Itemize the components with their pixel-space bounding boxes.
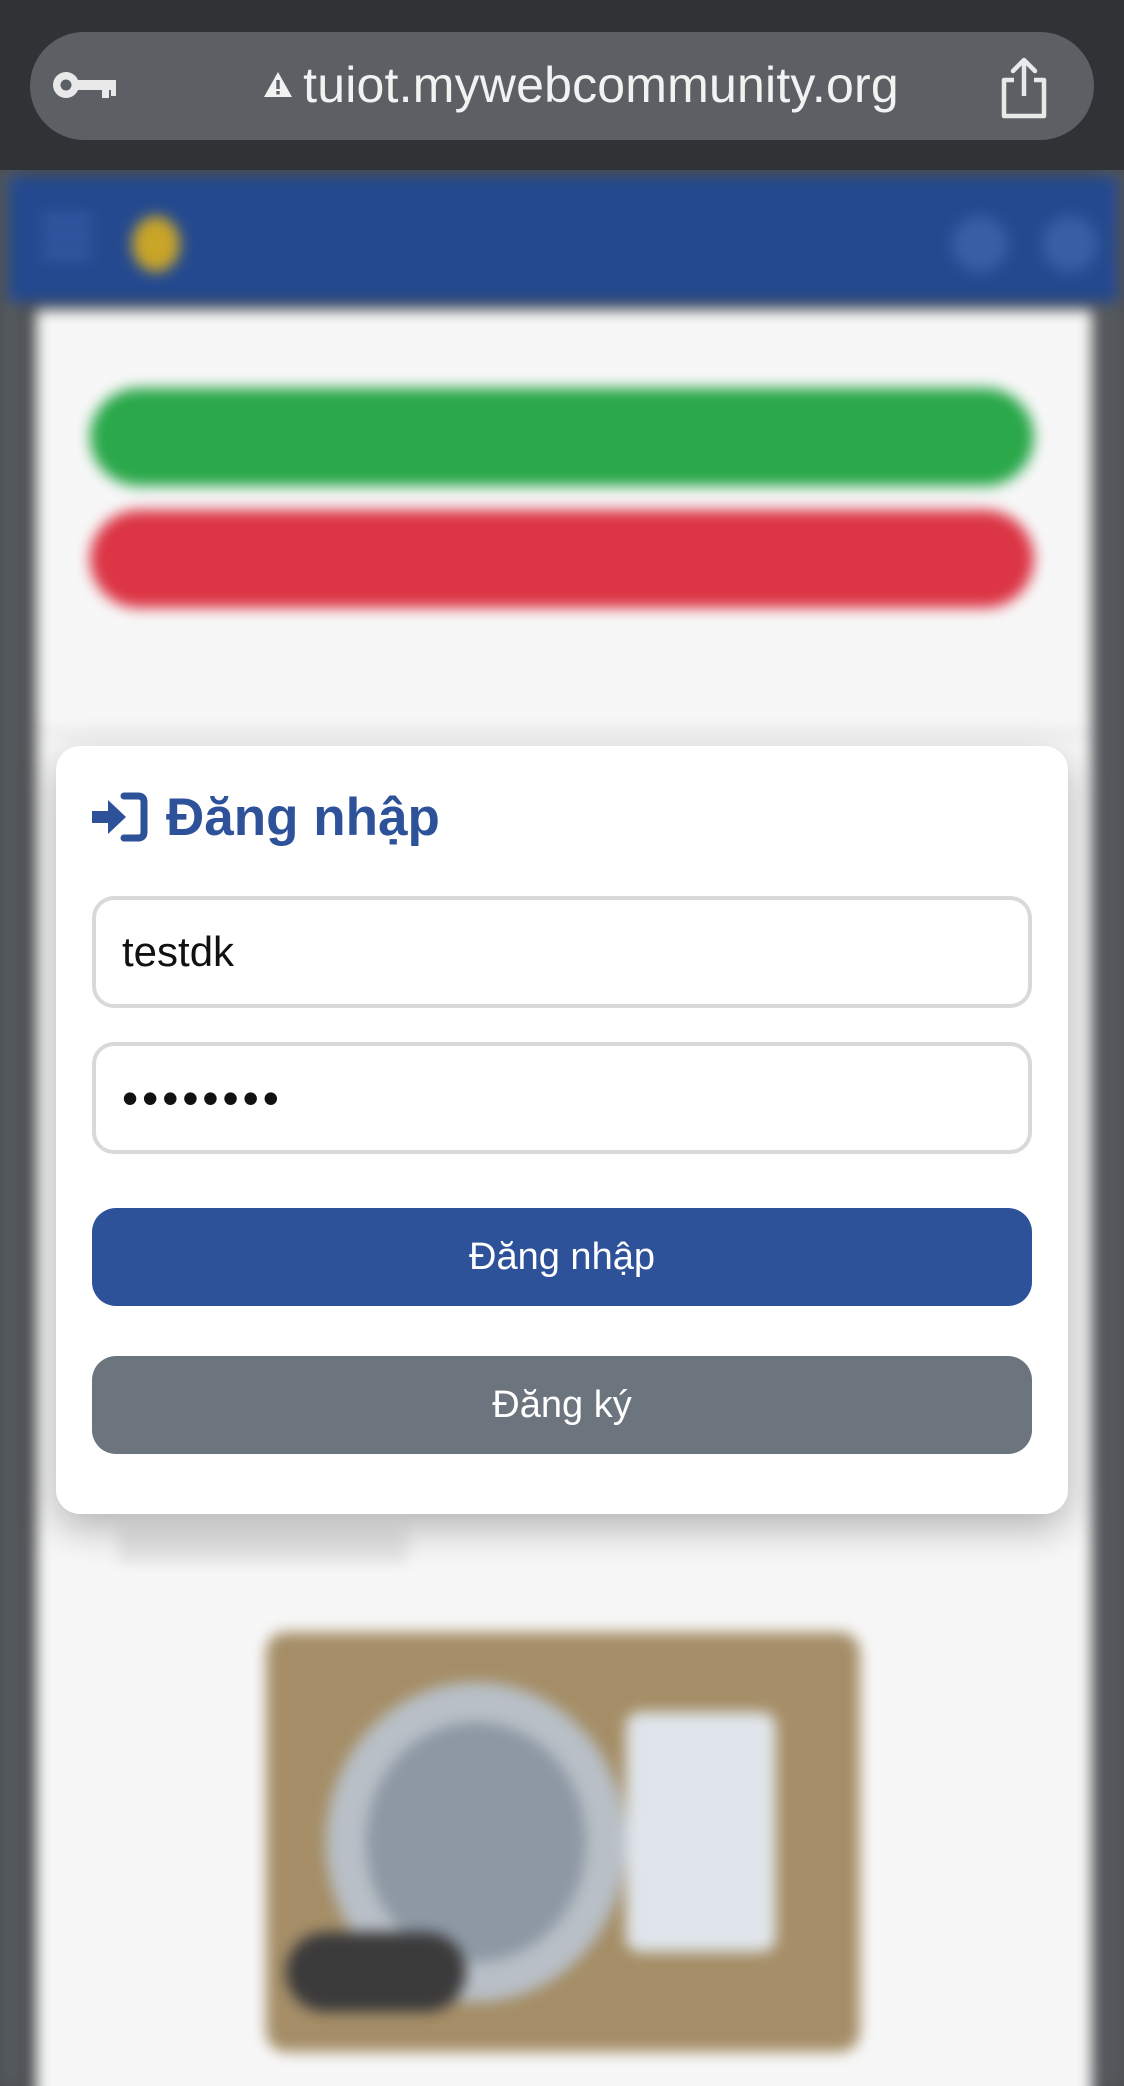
bulb-icon [132, 216, 180, 272]
blurred-caption [118, 1528, 408, 1564]
warning-icon [264, 72, 293, 97]
modal-header: Đăng nhập [90, 782, 440, 852]
sign-in-icon [92, 792, 148, 842]
modal-title: Đăng nhập [166, 787, 440, 847]
key-icon[interactable] [50, 65, 120, 105]
login-modal: Đăng nhập testdk •••••••• Đăng nhập Đăng… [56, 746, 1068, 1514]
login-button[interactable]: Đăng nhập [92, 1208, 1032, 1306]
register-button[interactable]: Đăng ký [92, 1356, 1032, 1454]
url-text: tuiot.mywebcommunity.org [303, 57, 899, 113]
device-photo [266, 1632, 860, 2052]
url-display[interactable]: tuiot.mywebcommunity.org [230, 52, 930, 118]
browser-toolbar: tuiot.mywebcommunity.org [0, 0, 1124, 170]
share-icon[interactable] [996, 56, 1052, 120]
settings-icon [952, 216, 1008, 272]
user-icon [1042, 216, 1098, 272]
blurred-green-button [90, 388, 1034, 486]
blurred-red-button [90, 510, 1034, 608]
password-field[interactable]: •••••••• [92, 1042, 1032, 1154]
username-field[interactable]: testdk [92, 896, 1032, 1008]
menu-icon [42, 216, 92, 260]
divider [36, 730, 1092, 736]
app-header [8, 176, 1118, 302]
